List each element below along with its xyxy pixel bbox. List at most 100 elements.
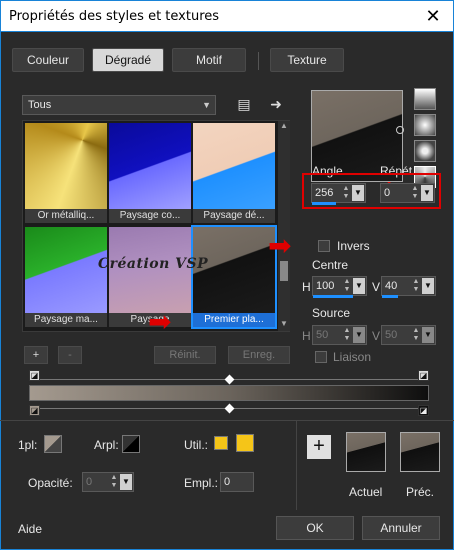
chevron-down-icon[interactable]: ▼ <box>422 278 434 294</box>
spin-arrows-icon[interactable]: ▲ ▼ <box>109 474 119 490</box>
empl-label: Empl.: <box>184 476 219 490</box>
list-view-icon[interactable]: ▤ <box>234 94 254 114</box>
tab-couleur[interactable]: Couleur <box>12 48 84 72</box>
source-h-input[interactable]: 50 ▲ ▼ ▼ <box>312 325 367 345</box>
spin-arrows-icon[interactable]: ▲ ▼ <box>411 327 421 343</box>
opacity-label: Opacité: <box>28 476 73 490</box>
source-v-input[interactable]: 50 ▲ ▼ ▼ <box>381 325 436 345</box>
first-plane-label: 1pl: <box>18 438 38 452</box>
centre-label: Centre <box>312 258 349 272</box>
thumb-label: Or métalliq... <box>25 209 107 223</box>
category-select-value: Tous <box>28 99 52 111</box>
chevron-down-icon: ▼ <box>202 100 211 110</box>
opacity-stop-end[interactable]: ◪ <box>418 370 429 381</box>
gallery-scrollbar[interactable]: ▲ ▼ <box>278 121 290 331</box>
opacity-input[interactable]: 0 ▲ ▼ ▼ <box>82 472 134 492</box>
category-select[interactable]: Tous ▼ <box>22 95 216 115</box>
chevron-down-icon[interactable]: ▼ <box>353 278 365 294</box>
angle-handle[interactable] <box>396 126 404 134</box>
previous-preview[interactable] <box>400 432 440 472</box>
spin-arrows-icon[interactable]: ▲ ▼ <box>342 278 352 294</box>
angle-slider[interactable] <box>312 202 336 205</box>
section-divider <box>0 420 454 421</box>
rectangular-gradient-type-button[interactable] <box>414 114 436 136</box>
thumb-image <box>109 123 191 209</box>
empl-input[interactable]: 0 <box>220 472 254 492</box>
chevron-down-icon[interactable]: ▼ <box>353 327 365 343</box>
add-gradient-button[interactable]: + <box>24 346 48 364</box>
watermark: Création VSP <box>98 256 209 272</box>
tab-texture[interactable]: Texture <box>270 48 344 72</box>
centre-v-value: 40 <box>385 280 398 292</box>
tab-motif[interactable]: Motif <box>172 48 246 72</box>
remove-gradient-button[interactable]: - <box>58 346 82 364</box>
source-h-label: H <box>302 329 311 343</box>
util-swatch[interactable] <box>236 434 254 452</box>
sunburst-gradient-type-button[interactable] <box>414 140 436 162</box>
background-plane-label: Arpl: <box>94 438 119 452</box>
background-plane-swatch[interactable] <box>122 435 140 453</box>
thumb-image <box>25 227 107 313</box>
add-icon[interactable]: + <box>307 435 331 459</box>
vertical-divider <box>296 420 297 510</box>
save-gradient-button[interactable]: Enreg. <box>228 346 290 364</box>
repeat-input[interactable]: 0 ▲ ▼ ▼ <box>380 183 435 203</box>
source-label: Source <box>312 306 351 320</box>
opacity-value: 0 <box>86 476 93 488</box>
link-checkbox[interactable] <box>315 351 327 363</box>
annotation-arrow-icon: ➡ <box>268 230 292 261</box>
thumb-image <box>25 123 107 209</box>
window-title: Propriétés des styles et textures <box>9 9 220 24</box>
scroll-up-icon[interactable]: ▲ <box>278 121 290 133</box>
cancel-button[interactable]: Annuler <box>362 516 440 540</box>
util-swatch-small[interactable] <box>214 436 228 450</box>
reset-button[interactable]: Réinit. <box>154 346 216 364</box>
thumb-label: Premier pla... <box>193 313 275 327</box>
ok-button[interactable]: OK <box>276 516 354 540</box>
scroll-thumb[interactable] <box>280 261 288 281</box>
arrow-right-icon[interactable]: ➜ <box>266 94 286 114</box>
linear-gradient-type-button[interactable] <box>414 88 436 110</box>
spin-arrows-icon[interactable]: ▲ ▼ <box>410 185 420 201</box>
centre-h-input[interactable]: 100 ▲ ▼ ▼ <box>312 276 367 298</box>
util-label: Util.: <box>184 438 208 452</box>
first-plane-swatch[interactable] <box>44 435 62 453</box>
tab-degrade[interactable]: Dégradé <box>92 48 164 72</box>
link-label: Liaison <box>333 350 372 364</box>
spin-arrows-icon[interactable]: ▲ ▼ <box>411 278 421 294</box>
close-icon[interactable]: ✕ <box>421 5 445 27</box>
scroll-down-icon[interactable]: ▼ <box>278 319 290 331</box>
color-stop-start[interactable]: ◪ <box>29 405 40 416</box>
chevron-down-icon[interactable]: ▼ <box>421 185 433 201</box>
gradient-thumb[interactable]: Or métalliq... <box>25 123 107 223</box>
color-stop-end[interactable]: ◪ <box>418 405 429 416</box>
chevron-down-icon[interactable]: ▼ <box>120 474 132 490</box>
centre-v-slider[interactable] <box>382 295 398 298</box>
invert-label: Invers <box>337 239 370 253</box>
spin-arrows-icon[interactable]: ▲ ▼ <box>342 327 352 343</box>
gradient-bar[interactable] <box>29 385 429 401</box>
previous-label: Préc. <box>406 485 435 499</box>
centre-v-label: V <box>372 280 381 294</box>
thumb-label: Paysage ma... <box>25 313 107 327</box>
chevron-down-icon[interactable]: ▼ <box>422 327 434 343</box>
opacity-stop-start[interactable]: ◪ <box>29 370 40 381</box>
thumb-label: Paysage co... <box>109 209 191 223</box>
help-link[interactable]: Aide <box>18 522 42 536</box>
gradient-thumb-selected[interactable]: Premier pla... <box>191 225 277 329</box>
spin-arrows-icon[interactable]: ▲ ▼ <box>341 185 351 201</box>
gradient-thumb[interactable]: Paysage ma... <box>25 227 107 327</box>
annotation-arrow-icon: ➡ <box>148 306 172 337</box>
centre-h-slider[interactable] <box>313 295 353 298</box>
title-bar: Propriétés des styles et textures ✕ <box>0 0 454 32</box>
invert-checkbox[interactable] <box>318 240 330 252</box>
thumb-label: Paysage dé... <box>193 209 275 223</box>
gradient-thumb[interactable]: Paysage co... <box>109 123 191 223</box>
centre-h-label: H <box>302 280 311 294</box>
source-v-label: V <box>372 329 381 343</box>
chevron-down-icon[interactable]: ▼ <box>352 185 364 201</box>
current-preview[interactable] <box>346 432 386 472</box>
angle-input[interactable]: 256 ▲ ▼ ▼ <box>311 183 366 205</box>
gradient-thumb[interactable]: Paysage dé... <box>193 123 275 223</box>
centre-v-input[interactable]: 40 ▲ ▼ ▼ <box>381 276 436 298</box>
